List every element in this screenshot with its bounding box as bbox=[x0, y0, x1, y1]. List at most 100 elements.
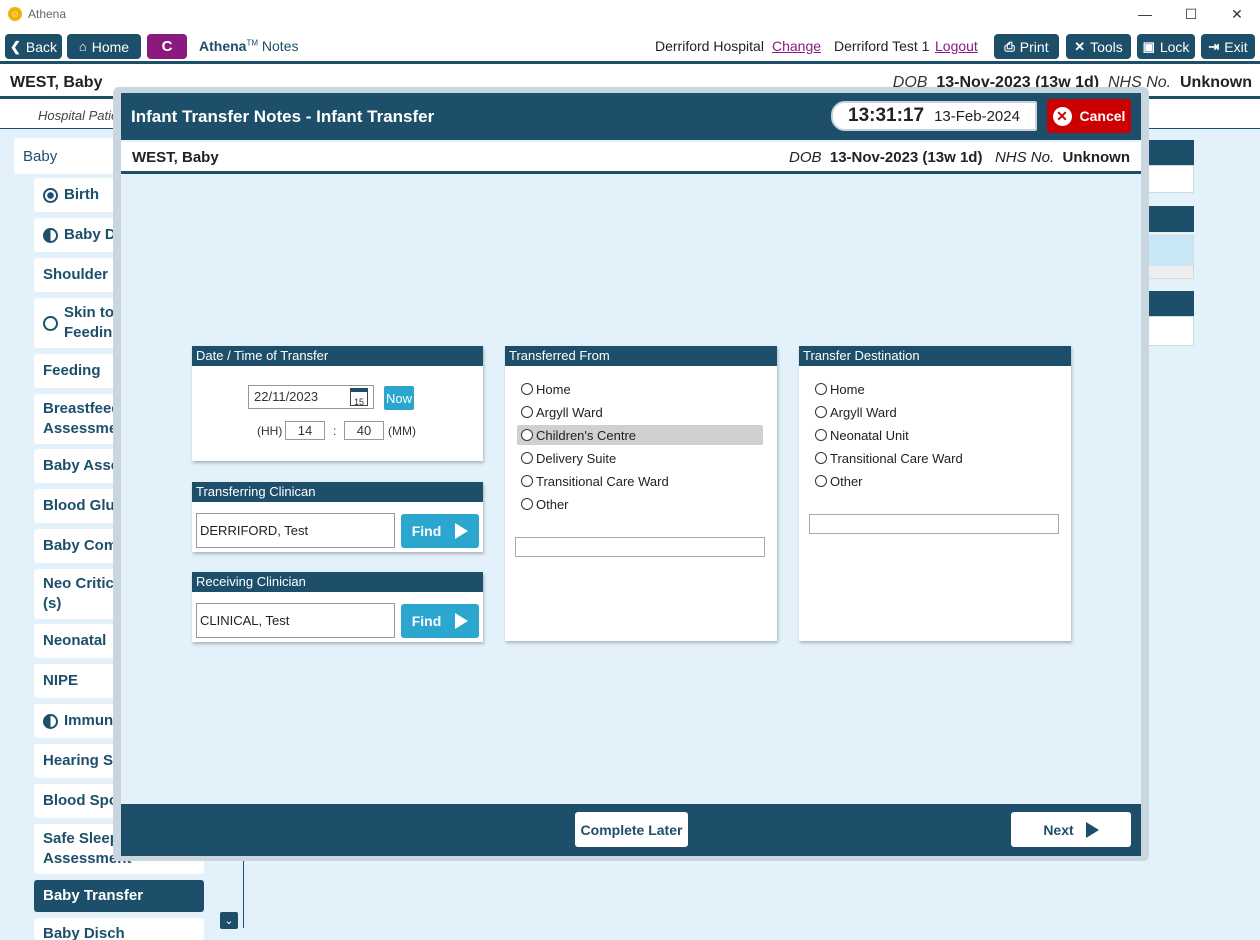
radio-icon bbox=[815, 475, 827, 487]
from-option-home[interactable]: Home bbox=[517, 379, 763, 399]
calendar-icon[interactable]: 15 bbox=[350, 388, 368, 407]
minute-label: (MM) bbox=[388, 424, 416, 438]
dest-other-input[interactable] bbox=[809, 514, 1059, 534]
scroll-down-button[interactable]: ⌄ bbox=[220, 912, 238, 929]
close-window-button[interactable]: ✕ bbox=[1214, 0, 1260, 28]
radio-icon bbox=[521, 429, 533, 441]
transferring-clinician-panel: Transferring Clinican DERRIFORD, Test Fi… bbox=[192, 482, 483, 552]
from-option-other[interactable]: Other bbox=[517, 494, 763, 514]
next-button[interactable]: Next bbox=[1011, 812, 1131, 847]
from-other-input[interactable] bbox=[515, 537, 765, 557]
now-button[interactable]: Now bbox=[384, 386, 414, 410]
partial-status-icon bbox=[43, 713, 58, 729]
hour-input[interactable]: 14 bbox=[285, 421, 325, 440]
transferred-from-panel: Transferred From Home Argyll Ward Childr… bbox=[505, 346, 777, 641]
receiving-clinician-panel: Receiving Clinician CLINICAL, Test Find bbox=[192, 572, 483, 642]
radio-icon bbox=[521, 452, 533, 464]
home-button[interactable]: ⌂ Home bbox=[67, 34, 141, 59]
patient-name: WEST, Baby bbox=[10, 74, 103, 91]
background-panel-body bbox=[1142, 165, 1194, 193]
tools-icon: ✕ bbox=[1074, 38, 1086, 54]
radio-icon bbox=[815, 406, 827, 418]
transferring-clinician-input[interactable]: DERRIFORD, Test bbox=[196, 513, 395, 548]
modal-title: Infant Transfer Notes - Infant Transfer bbox=[131, 107, 435, 126]
hospital-patient-label: Hospital Patie bbox=[38, 108, 119, 123]
radio-icon bbox=[815, 383, 827, 395]
radio-icon bbox=[521, 383, 533, 395]
time-separator: : bbox=[333, 424, 337, 438]
play-arrow-icon bbox=[455, 613, 469, 629]
background-panel-body bbox=[1142, 235, 1194, 279]
back-button[interactable]: ❮ Back bbox=[5, 34, 62, 59]
sidebar-item-baby-discharge[interactable]: Baby Disch bbox=[34, 918, 204, 940]
from-option-childrens-centre[interactable]: Children's Centre bbox=[517, 425, 763, 445]
lock-button[interactable]: ▣ Lock bbox=[1137, 34, 1195, 59]
hospital-name: Derriford Hospital bbox=[655, 38, 764, 54]
receiving-clinician-header: Receiving Clinician bbox=[192, 572, 483, 592]
dest-option-neonatal-unit[interactable]: Neonatal Unit bbox=[811, 425, 1057, 445]
print-button[interactable]: ⎙ Print bbox=[994, 34, 1059, 59]
partial-status-icon bbox=[43, 227, 58, 243]
divider-line bbox=[243, 850, 244, 928]
transferring-clinician-header: Transferring Clinican bbox=[192, 482, 483, 502]
from-option-argyll-ward[interactable]: Argyll Ward bbox=[517, 402, 763, 422]
hour-label: (HH) bbox=[257, 424, 283, 438]
modal-footer: Complete Later Next bbox=[121, 804, 1141, 856]
cancel-button[interactable]: ✕ Cancel bbox=[1047, 99, 1131, 133]
receiving-clinician-input[interactable]: CLINICAL, Test bbox=[196, 603, 395, 638]
complete-later-button[interactable]: Complete Later bbox=[575, 812, 688, 847]
current-time: 13:31:17 bbox=[848, 105, 925, 126]
empty-status-icon bbox=[43, 315, 58, 331]
radio-icon bbox=[521, 406, 533, 418]
transfer-destination-header: Transfer Destination bbox=[799, 346, 1071, 366]
c-button[interactable]: C bbox=[147, 34, 187, 59]
infant-transfer-modal: Infant Transfer Notes - Infant Transfer … bbox=[121, 93, 1141, 856]
dest-option-argyll-ward[interactable]: Argyll Ward bbox=[811, 402, 1057, 422]
radio-icon bbox=[521, 475, 533, 487]
dest-option-home[interactable]: Home bbox=[811, 379, 1057, 399]
transfer-date-input[interactable]: 22/11/2023 15 bbox=[248, 385, 374, 409]
dest-option-transitional-care-ward[interactable]: Transitional Care Ward bbox=[811, 448, 1057, 468]
background-panel-header bbox=[1142, 140, 1194, 166]
window-titlebar: ☺ Athena — ☐ ✕ bbox=[0, 0, 1260, 28]
radio-icon bbox=[521, 498, 533, 510]
change-hospital-link[interactable]: Change bbox=[772, 38, 821, 54]
background-panel-header bbox=[1142, 206, 1194, 232]
modal-patient-banner: WEST, Baby DOB 13-Nov-2023 (13w 1d) NHS … bbox=[121, 142, 1141, 174]
exit-button[interactable]: ⇥ Exit bbox=[1201, 34, 1255, 59]
minute-input[interactable]: 40 bbox=[344, 421, 384, 440]
user-name: Derriford Test 1 bbox=[834, 38, 930, 54]
background-panel-header bbox=[1142, 291, 1194, 317]
close-circle-icon: ✕ bbox=[1052, 106, 1072, 126]
background-panel-body bbox=[1142, 316, 1194, 346]
logout-link[interactable]: Logout bbox=[935, 38, 978, 54]
main-toolbar: ❮ Back ⌂ Home C AthenaTM Notes Derriford H… bbox=[0, 28, 1260, 64]
clock-display: 13:31:17 13-Feb-2024 bbox=[831, 101, 1037, 131]
transfer-destination-panel: Transfer Destination Home Argyll Ward Ne… bbox=[799, 346, 1071, 641]
printer-icon: ⎙ bbox=[1004, 38, 1015, 54]
lock-icon: ▣ bbox=[1142, 38, 1155, 54]
app-brand: AthenaTM Notes bbox=[199, 38, 299, 54]
athena-logo-icon: ☺ bbox=[8, 7, 22, 21]
chevron-left-icon: ❮ bbox=[9, 38, 21, 54]
window-title: Athena bbox=[28, 7, 67, 21]
home-icon: ⌂ bbox=[78, 39, 87, 54]
find-receiving-button[interactable]: Find bbox=[401, 604, 479, 638]
datetime-panel: Date / Time of Transfer 22/11/2023 15 No… bbox=[192, 346, 483, 461]
from-option-delivery-suite[interactable]: Delivery Suite bbox=[517, 448, 763, 468]
modal-header: Infant Transfer Notes - Infant Transfer … bbox=[121, 93, 1141, 140]
maximize-button[interactable]: ☐ bbox=[1168, 0, 1214, 28]
minimize-button[interactable]: — bbox=[1122, 0, 1168, 28]
play-arrow-icon bbox=[455, 523, 469, 539]
find-transferring-button[interactable]: Find bbox=[401, 514, 479, 548]
radio-icon bbox=[815, 452, 827, 464]
exit-icon: ⇥ bbox=[1208, 38, 1220, 54]
play-arrow-icon bbox=[1085, 821, 1099, 838]
radio-icon bbox=[815, 429, 827, 441]
sidebar-item-baby-transfer[interactable]: Baby Transfer bbox=[34, 880, 204, 912]
complete-status-icon bbox=[43, 187, 58, 203]
from-option-transitional-care-ward[interactable]: Transitional Care Ward bbox=[517, 471, 763, 491]
window-controls: — ☐ ✕ bbox=[1122, 0, 1260, 28]
tools-button[interactable]: ✕ Tools bbox=[1066, 34, 1131, 59]
dest-option-other[interactable]: Other bbox=[811, 471, 1057, 491]
